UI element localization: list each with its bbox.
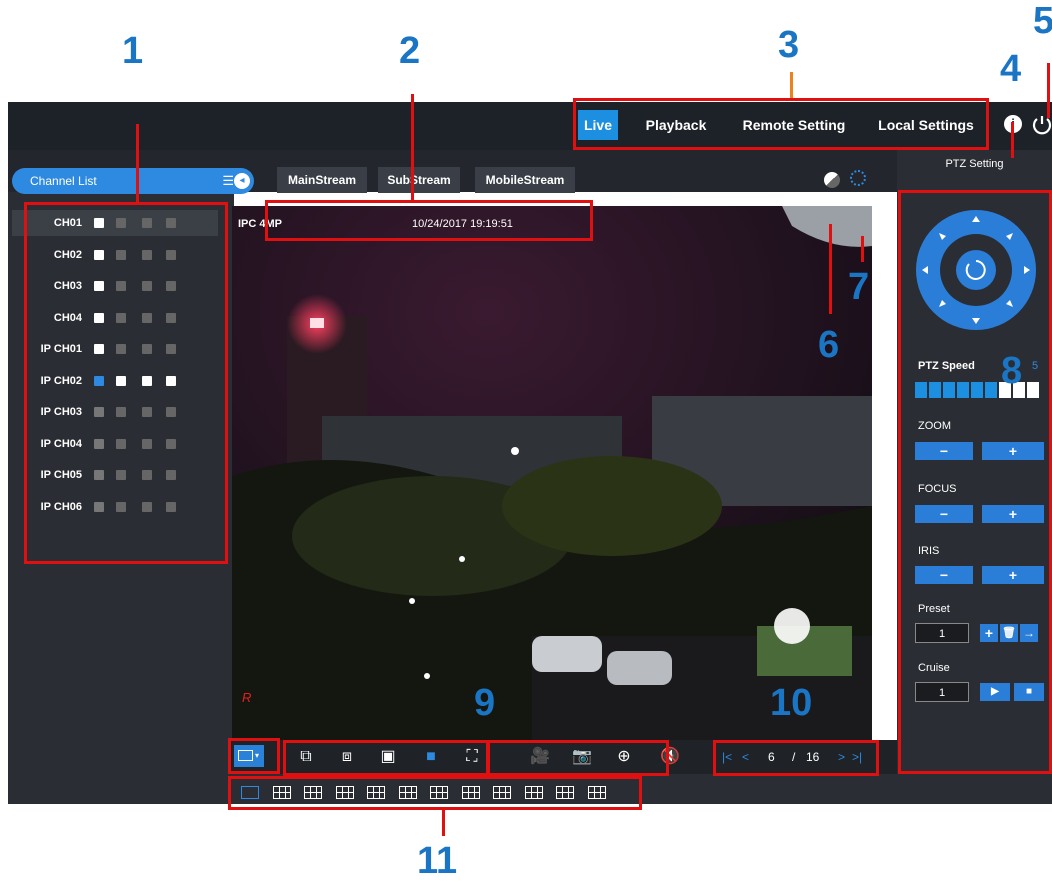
collapse-icon[interactable]: ◂ <box>234 173 250 189</box>
callout-4: 4 <box>1000 48 1022 90</box>
callout-box-1 <box>24 202 228 564</box>
callout-9: 9 <box>474 682 496 724</box>
mobilestream-button[interactable]: MobileStream <box>475 167 575 193</box>
pointer-line-1 <box>136 124 139 202</box>
callout-box-9b <box>283 740 489 776</box>
callout-box-9 <box>487 740 669 776</box>
list-menu-icon[interactable]: ☰ <box>222 168 234 194</box>
recording-indicator: R <box>242 690 252 705</box>
mainstream-button[interactable]: MainStream <box>277 167 367 193</box>
callout-7: 7 <box>848 266 870 308</box>
pointer-line-11 <box>442 810 445 836</box>
callout-box-8 <box>898 190 1052 774</box>
ptz-title: PTZ Setting <box>945 158 1004 170</box>
settings-gear-icon[interactable] <box>850 170 866 186</box>
callout-1: 1 <box>122 30 144 72</box>
channel-list-header[interactable]: Channel List ☰ ◂ <box>12 168 254 194</box>
callout-box-split <box>228 738 280 774</box>
callout-box-10 <box>713 740 879 776</box>
callout-3: 3 <box>778 24 800 66</box>
callout-8: 8 <box>1001 350 1023 392</box>
callout-box-2 <box>265 200 593 241</box>
pointer-line-5 <box>1047 63 1050 118</box>
callout-box-3 <box>573 98 989 150</box>
channel-list-title: Channel List <box>30 174 97 188</box>
callout-6: 6 <box>818 324 840 366</box>
pointer-line-7 <box>861 236 864 262</box>
callout-2: 2 <box>399 30 421 72</box>
pointer-line-3 <box>790 72 793 98</box>
callout-box-11 <box>228 776 642 810</box>
camera-image <box>232 206 872 740</box>
live-video-view[interactable]: IPC 4MP 10/24/2017 19:19:51 R <box>232 206 872 740</box>
pointer-line-6 <box>829 224 832 314</box>
callout-5: 5 <box>1033 0 1052 42</box>
callout-10: 10 <box>770 682 813 724</box>
pointer-line-4 <box>1011 122 1014 158</box>
color-adjust-icon[interactable] <box>824 172 840 188</box>
callout-11: 11 <box>417 840 458 882</box>
pointer-line-2 <box>411 94 414 200</box>
substream-button[interactable]: SubStream <box>378 167 460 193</box>
